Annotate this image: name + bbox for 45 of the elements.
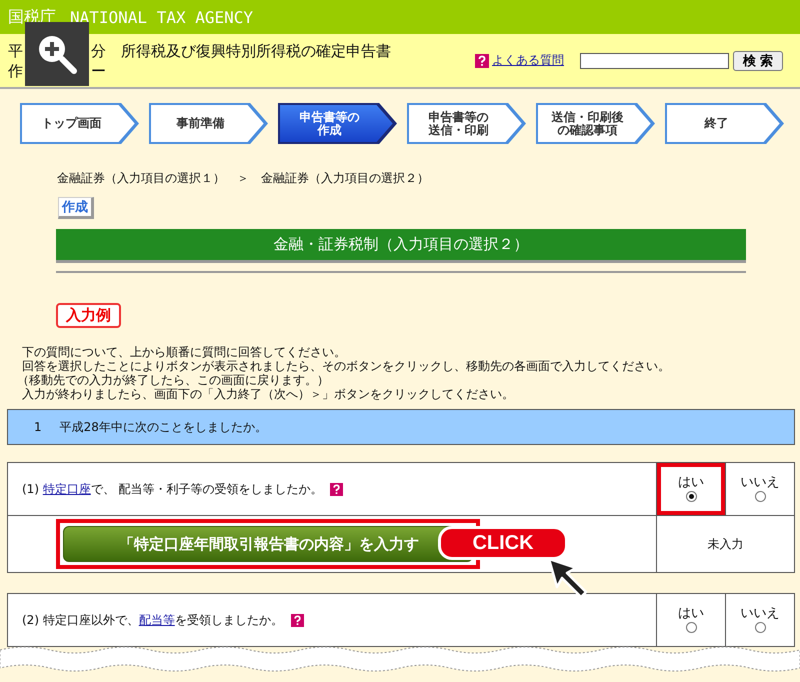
step-tab[interactable]: トップ画面 xyxy=(20,103,139,144)
question-text: (1) 特定口座で、 配当等・利子等の受領をしましたか。 xyxy=(22,482,323,496)
help-icon[interactable] xyxy=(475,54,489,68)
instruction-text: 入力が終わりましたら、画面下の「入力終了（次へ）＞」ボタンをクリックしてください。 xyxy=(22,387,515,401)
page-title: 分 所得税及び復興特別所得税の確定申告書 xyxy=(91,40,391,60)
help-icon[interactable] xyxy=(290,614,304,627)
instruction-text: 下の質問について、上から順番に質問に回答してください。 xyxy=(22,345,347,359)
help-icon[interactable] xyxy=(330,482,344,496)
section-number: 1 xyxy=(34,420,42,434)
radio-button[interactable] xyxy=(754,622,766,632)
zoom-in-icon[interactable] xyxy=(25,22,89,86)
option-label: いいえ xyxy=(740,604,780,622)
step-tab[interactable]: 申告書等の 作成 xyxy=(278,103,397,144)
section-heading: 金融・証券税制（入力項目の選択２） xyxy=(56,229,746,263)
faq-link[interactable]: よくある質問 xyxy=(492,52,564,69)
search-button[interactable]: 検 索 xyxy=(733,50,783,70)
step-tab[interactable]: 申告書等の 送信・印刷 xyxy=(407,103,526,144)
step-tag: 作成 xyxy=(58,197,94,219)
radio-button[interactable] xyxy=(686,490,696,502)
help-link[interactable]: 特定口座 xyxy=(42,482,91,496)
instruction-text: （移動先での入力が終了したら、この画面に戻ります。） xyxy=(17,373,330,387)
radio-button[interactable] xyxy=(754,490,766,502)
option-label: はい xyxy=(677,604,705,622)
instruction-text: 回答を選択したことによりボタンが表示されましたら、そのボタンをクリックし、移動先の各画面で入力してください。 xyxy=(22,359,671,373)
input-button[interactable]: 「特定口座年間取引報告書の内容」を入力す xyxy=(63,526,473,562)
breadcrumb-text: 金融証券（入力項目の選択１） xyxy=(57,170,225,187)
example-button[interactable]: 入力例 xyxy=(56,303,121,328)
agency-name-english: NATIONAL TAX AGENCY xyxy=(70,8,254,26)
page-title: ー xyxy=(91,60,106,80)
status-text: 未入力 xyxy=(708,536,744,550)
step-tab[interactable]: 送信・印刷後 の確認事項 xyxy=(536,103,655,144)
question-text: (2) 特定口座以外で、配当等を受領しましたか。 xyxy=(22,612,283,626)
option-label: はい xyxy=(677,474,705,490)
page-title: 作 xyxy=(8,60,23,80)
breadcrumb-text: 金融証券（入力項目の選択２） xyxy=(261,170,429,187)
help-link[interactable]: 配当等 xyxy=(138,612,175,626)
click-badge: CLICK xyxy=(438,526,568,560)
option-label: いいえ xyxy=(740,474,780,490)
step-tab[interactable]: 終了 xyxy=(665,103,784,144)
step-tab[interactable]: 事前準備 xyxy=(149,103,268,144)
page-title: 平 xyxy=(8,40,23,60)
section-title: 平成28年中に次のことをしましたか。 xyxy=(60,418,267,436)
search-field[interactable] xyxy=(580,52,729,68)
radio-button[interactable] xyxy=(686,622,696,632)
breadcrumb-text: ＞ xyxy=(237,170,249,187)
